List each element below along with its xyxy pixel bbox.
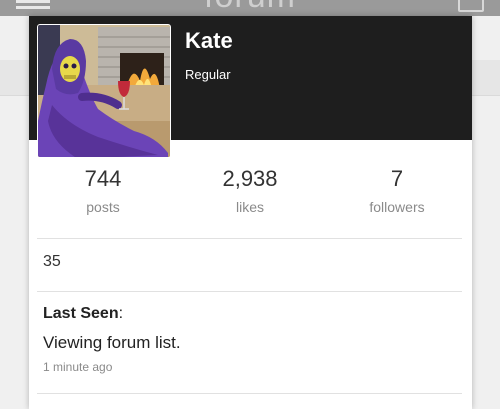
site-title: forum — [150, 0, 350, 16]
stat-posts-label: posts — [86, 199, 120, 215]
page: forum Kate Regular — [0, 0, 500, 409]
window-icon[interactable] — [458, 0, 484, 12]
stat-posts-value: 744 — [84, 166, 122, 191]
last-seen-time: 1 minute ago — [43, 360, 113, 374]
divider — [37, 393, 462, 394]
stat-likes-value: 2,938 — [222, 166, 278, 191]
profile-name[interactable]: Kate — [185, 28, 233, 54]
stat-followers[interactable]: 7 followers — [323, 166, 471, 215]
stat-posts[interactable]: 744 posts — [29, 166, 177, 215]
profile-card: Kate Regular 744 posts 2,938 likes 7 fol… — [29, 16, 472, 409]
stat-likes-label: likes — [235, 199, 264, 215]
stat-followers-label: followers — [369, 199, 425, 215]
profile-stats: 744 posts 2,938 likes 7 followers — [29, 166, 472, 222]
last-seen-heading: Last Seen — [43, 305, 119, 322]
divider — [37, 238, 462, 239]
avatar[interactable] — [37, 24, 171, 158]
stat-followers-value: 7 — [390, 166, 404, 191]
last-seen-label: Last Seen: — [43, 305, 123, 323]
reputation-value: 35 — [43, 253, 61, 270]
divider — [37, 291, 462, 292]
last-seen-separator: : — [118, 305, 124, 322]
last-seen-status: Viewing forum list. — [43, 333, 181, 352]
top-bar: forum — [0, 0, 500, 16]
profile-rank: Regular — [185, 67, 231, 82]
avatar-image — [38, 25, 170, 157]
stat-likes[interactable]: 2,938 likes — [176, 166, 324, 215]
menu-icon[interactable] — [16, 0, 50, 10]
